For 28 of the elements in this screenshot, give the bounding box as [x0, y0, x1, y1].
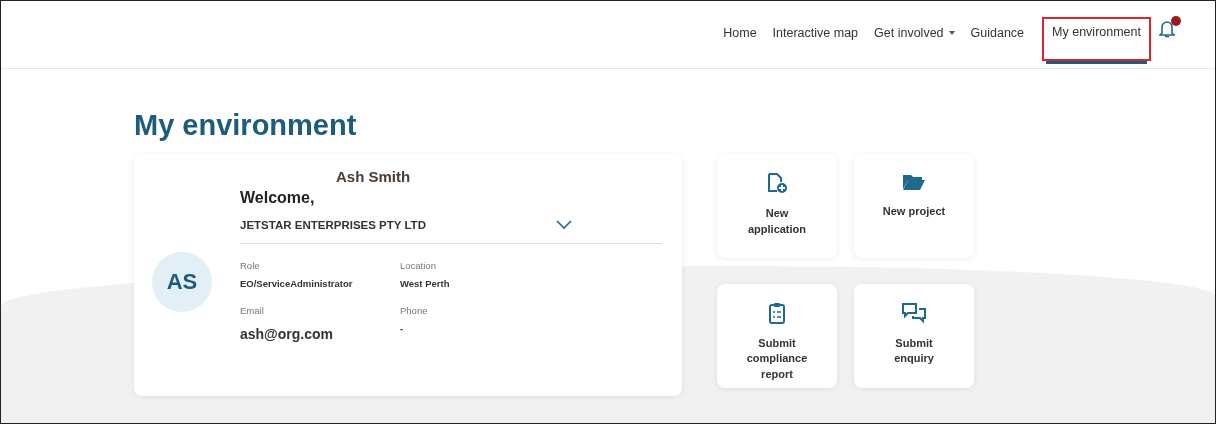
- notification-bell-icon[interactable]: [1159, 19, 1175, 38]
- user-name: Ash Smith: [336, 168, 412, 185]
- add-document-icon: [766, 172, 788, 194]
- action-tile[interactable]: Submit compliance report: [717, 283, 837, 388]
- field-label: Phone: [400, 305, 429, 316]
- nav-link[interactable]: Interactive map: [770, 1, 861, 68]
- organisation-name: JETSTAR ENTERPRISES PTY LTD: [240, 219, 426, 231]
- nav-link[interactable]: My environment: [1042, 17, 1151, 61]
- avatar: AS: [152, 252, 212, 312]
- field-label: Role: [240, 260, 261, 271]
- chevron-down-icon[interactable]: [556, 220, 572, 230]
- action-tile[interactable]: Submit enquiry: [854, 283, 974, 388]
- field-label: Location: [400, 260, 437, 271]
- nav-link[interactable]: Guidance: [968, 1, 1027, 68]
- field-value: EO/ServiceAdministrator: [240, 278, 354, 289]
- field-value: West Perth: [400, 278, 451, 289]
- folder-icon: [902, 172, 926, 192]
- field-value: ash@org.com: [240, 326, 334, 342]
- nav-link[interactable]: Home: [721, 1, 759, 68]
- field-value: -: [400, 323, 405, 334]
- chat-bubbles-icon: [901, 301, 927, 324]
- action-tile[interactable]: New application: [717, 154, 837, 258]
- welcome-text: Welcome,: [240, 189, 316, 207]
- field-label: Email: [240, 305, 265, 316]
- page-title: My environment: [134, 109, 358, 142]
- nav-link[interactable]: Get involved: [872, 1, 957, 68]
- action-tile[interactable]: New project: [854, 154, 974, 258]
- clipboard-checklist-icon: [768, 301, 786, 324]
